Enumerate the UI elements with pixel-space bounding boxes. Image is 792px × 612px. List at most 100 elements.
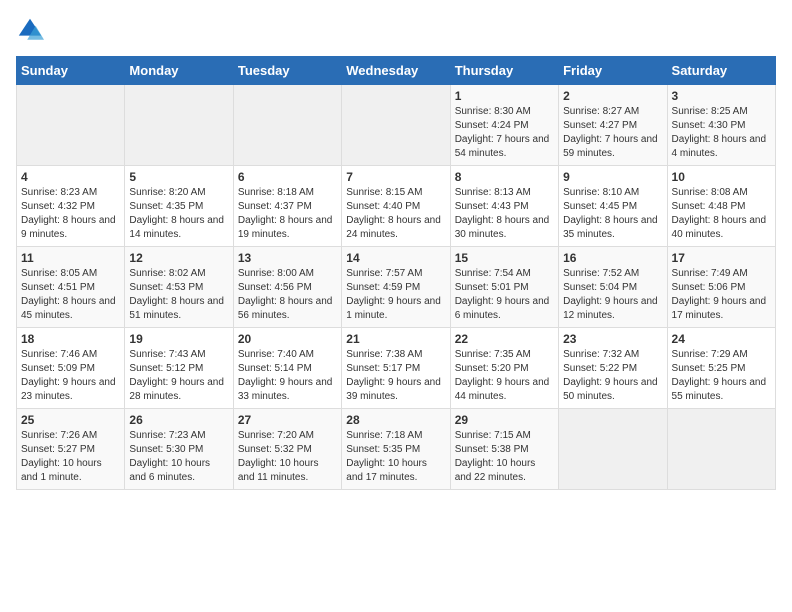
day-number: 29: [455, 413, 554, 427]
day-cell: 26 Sunrise: 7:23 AMSunset: 5:30 PMDayligh…: [125, 409, 233, 490]
day-detail: Sunrise: 8:25 AMSunset: 4:30 PMDaylight:…: [672, 105, 771, 161]
day-cell: 20 Sunrise: 7:40 AMSunset: 5:14 PMDayligh…: [233, 328, 341, 409]
day-detail: Sunrise: 8:20 AMSunset: 4:35 PMDaylight:…: [129, 186, 228, 242]
day-cell: 7 Sunrise: 8:15 AMSunset: 4:40 PMDaylight…: [342, 166, 450, 247]
day-detail: Sunrise: 8:18 AMSunset: 4:37 PMDaylight:…: [238, 186, 337, 242]
day-number: 4: [21, 170, 120, 184]
day-detail: Sunrise: 8:08 AMSunset: 4:48 PMDaylight:…: [672, 186, 771, 242]
day-cell: 4 Sunrise: 8:23 AMSunset: 4:32 PMDaylight…: [17, 166, 125, 247]
day-detail: Sunrise: 7:23 AMSunset: 5:30 PMDaylight:…: [129, 429, 228, 485]
day-cell: 8 Sunrise: 8:13 AMSunset: 4:43 PMDaylight…: [450, 166, 558, 247]
day-number: 9: [563, 170, 662, 184]
day-number: 10: [672, 170, 771, 184]
day-number: 20: [238, 332, 337, 346]
day-detail: Sunrise: 7:49 AMSunset: 5:06 PMDaylight:…: [672, 267, 771, 323]
day-number: 1: [455, 89, 554, 103]
week-row: 11 Sunrise: 8:05 AMSunset: 4:51 PMDayligh…: [17, 247, 776, 328]
day-number: 11: [21, 251, 120, 265]
day-number: 24: [672, 332, 771, 346]
day-number: 16: [563, 251, 662, 265]
day-number: 18: [21, 332, 120, 346]
day-cell: [342, 85, 450, 166]
day-cell: [559, 409, 667, 490]
col-header-tuesday: Tuesday: [233, 57, 341, 85]
day-cell: [233, 85, 341, 166]
day-cell: 10 Sunrise: 8:08 AMSunset: 4:48 PMDayligh…: [667, 166, 775, 247]
day-detail: Sunrise: 7:26 AMSunset: 5:27 PMDaylight:…: [21, 429, 120, 485]
day-cell: 16 Sunrise: 7:52 AMSunset: 5:04 PMDayligh…: [559, 247, 667, 328]
day-number: 25: [21, 413, 120, 427]
day-number: 12: [129, 251, 228, 265]
day-detail: Sunrise: 7:35 AMSunset: 5:20 PMDaylight:…: [455, 348, 554, 404]
day-number: 22: [455, 332, 554, 346]
day-number: 15: [455, 251, 554, 265]
day-detail: Sunrise: 7:18 AMSunset: 5:35 PMDaylight:…: [346, 429, 445, 485]
day-number: 21: [346, 332, 445, 346]
day-cell: 6 Sunrise: 8:18 AMSunset: 4:37 PMDaylight…: [233, 166, 341, 247]
day-cell: 3 Sunrise: 8:25 AMSunset: 4:30 PMDaylight…: [667, 85, 775, 166]
day-number: 26: [129, 413, 228, 427]
day-detail: Sunrise: 8:10 AMSunset: 4:45 PMDaylight:…: [563, 186, 662, 242]
day-cell: 27 Sunrise: 7:20 AMSunset: 5:32 PMDayligh…: [233, 409, 341, 490]
header-row: SundayMondayTuesdayWednesdayThursdayFrid…: [17, 57, 776, 85]
day-number: 7: [346, 170, 445, 184]
col-header-monday: Monday: [125, 57, 233, 85]
day-cell: 29 Sunrise: 7:15 AMSunset: 5:38 PMDayligh…: [450, 409, 558, 490]
day-number: 19: [129, 332, 228, 346]
day-detail: Sunrise: 8:02 AMSunset: 4:53 PMDaylight:…: [129, 267, 228, 323]
day-number: 6: [238, 170, 337, 184]
day-cell: 24 Sunrise: 7:29 AMSunset: 5:25 PMDayligh…: [667, 328, 775, 409]
day-detail: Sunrise: 7:38 AMSunset: 5:17 PMDaylight:…: [346, 348, 445, 404]
day-cell: 13 Sunrise: 8:00 AMSunset: 4:56 PMDayligh…: [233, 247, 341, 328]
day-cell: 23 Sunrise: 7:32 AMSunset: 5:22 PMDayligh…: [559, 328, 667, 409]
day-cell: 14 Sunrise: 7:57 AMSunset: 4:59 PMDayligh…: [342, 247, 450, 328]
day-cell: 21 Sunrise: 7:38 AMSunset: 5:17 PMDayligh…: [342, 328, 450, 409]
day-cell: 1 Sunrise: 8:30 AMSunset: 4:24 PMDaylight…: [450, 85, 558, 166]
week-row: 18 Sunrise: 7:46 AMSunset: 5:09 PMDayligh…: [17, 328, 776, 409]
day-detail: Sunrise: 7:57 AMSunset: 4:59 PMDaylight:…: [346, 267, 445, 323]
day-cell: 18 Sunrise: 7:46 AMSunset: 5:09 PMDayligh…: [17, 328, 125, 409]
day-cell: 12 Sunrise: 8:02 AMSunset: 4:53 PMDayligh…: [125, 247, 233, 328]
col-header-wednesday: Wednesday: [342, 57, 450, 85]
col-header-thursday: Thursday: [450, 57, 558, 85]
day-detail: Sunrise: 7:15 AMSunset: 5:38 PMDaylight:…: [455, 429, 554, 485]
day-detail: Sunrise: 8:23 AMSunset: 4:32 PMDaylight:…: [21, 186, 120, 242]
day-detail: Sunrise: 7:52 AMSunset: 5:04 PMDaylight:…: [563, 267, 662, 323]
page-header: [16, 16, 776, 44]
day-cell: 5 Sunrise: 8:20 AMSunset: 4:35 PMDaylight…: [125, 166, 233, 247]
day-detail: Sunrise: 8:05 AMSunset: 4:51 PMDaylight:…: [21, 267, 120, 323]
day-detail: Sunrise: 7:43 AMSunset: 5:12 PMDaylight:…: [129, 348, 228, 404]
day-detail: Sunrise: 8:15 AMSunset: 4:40 PMDaylight:…: [346, 186, 445, 242]
calendar-table: SundayMondayTuesdayWednesdayThursdayFrid…: [16, 56, 776, 490]
day-detail: Sunrise: 7:32 AMSunset: 5:22 PMDaylight:…: [563, 348, 662, 404]
day-detail: Sunrise: 7:29 AMSunset: 5:25 PMDaylight:…: [672, 348, 771, 404]
day-cell: 22 Sunrise: 7:35 AMSunset: 5:20 PMDayligh…: [450, 328, 558, 409]
day-number: 17: [672, 251, 771, 265]
col-header-sunday: Sunday: [17, 57, 125, 85]
day-number: 8: [455, 170, 554, 184]
day-cell: 19 Sunrise: 7:43 AMSunset: 5:12 PMDayligh…: [125, 328, 233, 409]
day-cell: 25 Sunrise: 7:26 AMSunset: 5:27 PMDayligh…: [17, 409, 125, 490]
week-row: 4 Sunrise: 8:23 AMSunset: 4:32 PMDaylight…: [17, 166, 776, 247]
day-cell: 28 Sunrise: 7:18 AMSunset: 5:35 PMDayligh…: [342, 409, 450, 490]
day-detail: Sunrise: 7:46 AMSunset: 5:09 PMDaylight:…: [21, 348, 120, 404]
day-detail: Sunrise: 7:54 AMSunset: 5:01 PMDaylight:…: [455, 267, 554, 323]
day-number: 3: [672, 89, 771, 103]
week-row: 1 Sunrise: 8:30 AMSunset: 4:24 PMDaylight…: [17, 85, 776, 166]
logo-icon: [16, 16, 44, 44]
day-number: 27: [238, 413, 337, 427]
day-detail: Sunrise: 7:20 AMSunset: 5:32 PMDaylight:…: [238, 429, 337, 485]
day-detail: Sunrise: 8:30 AMSunset: 4:24 PMDaylight:…: [455, 105, 554, 161]
day-number: 5: [129, 170, 228, 184]
day-detail: Sunrise: 8:13 AMSunset: 4:43 PMDaylight:…: [455, 186, 554, 242]
day-detail: Sunrise: 8:27 AMSunset: 4:27 PMDaylight:…: [563, 105, 662, 161]
day-number: 13: [238, 251, 337, 265]
day-number: 14: [346, 251, 445, 265]
day-number: 28: [346, 413, 445, 427]
logo: [16, 16, 50, 44]
day-cell: [125, 85, 233, 166]
day-cell: 11 Sunrise: 8:05 AMSunset: 4:51 PMDayligh…: [17, 247, 125, 328]
day-number: 23: [563, 332, 662, 346]
day-detail: Sunrise: 8:00 AMSunset: 4:56 PMDaylight:…: [238, 267, 337, 323]
day-detail: Sunrise: 7:40 AMSunset: 5:14 PMDaylight:…: [238, 348, 337, 404]
